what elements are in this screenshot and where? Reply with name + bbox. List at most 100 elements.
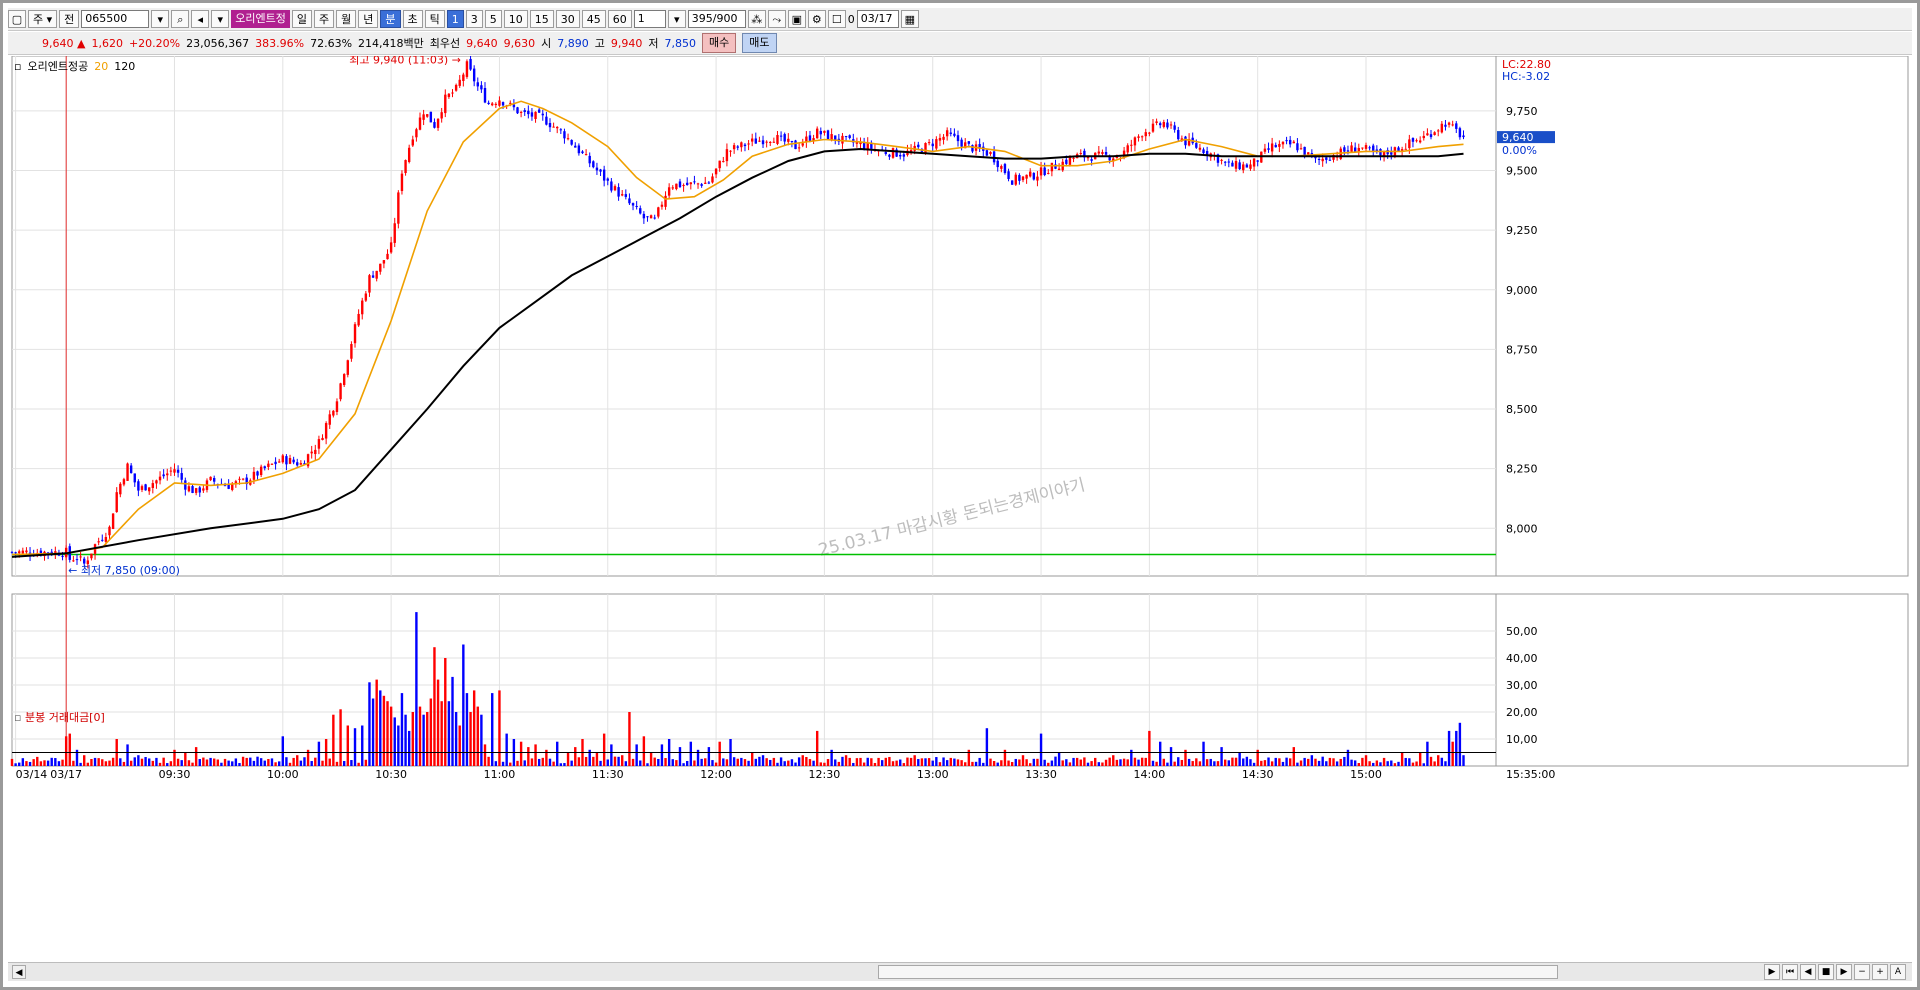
candle-body	[960, 139, 963, 147]
scroll-thumb[interactable]	[878, 965, 1558, 979]
interval-dropdown-icon[interactable]: ▾	[667, 10, 686, 28]
last-price-label: 9,640	[1502, 131, 1534, 144]
candle-body	[996, 160, 999, 168]
volume-bar	[1220, 747, 1223, 766]
candle-body	[111, 513, 115, 529]
stock-code-input[interactable]: 065500	[81, 10, 150, 28]
volume-bar	[227, 760, 230, 766]
scroll-right-icon[interactable]: ▶	[1764, 964, 1780, 980]
candle-body	[653, 217, 656, 219]
candle-body	[985, 150, 989, 156]
volume-bar	[700, 758, 703, 766]
volume-bar	[971, 761, 974, 766]
candle-body	[938, 137, 942, 141]
checkbox-icon[interactable]: ☐	[827, 10, 846, 28]
window-layout-icon[interactable]: ▢	[8, 10, 26, 28]
volume-bar	[1177, 757, 1180, 766]
prev-page-icon[interactable]: ◀	[1800, 964, 1816, 980]
period-month[interactable]: 월	[336, 10, 357, 28]
calendar-icon[interactable]: ▦	[900, 10, 919, 28]
volume-bar	[1166, 762, 1169, 766]
volume-bar	[1148, 730, 1151, 766]
code-dropdown-icon[interactable]: ▾	[151, 10, 170, 28]
font-size-icon[interactable]: A	[1890, 964, 1906, 980]
x-tick-label: 14:30	[1242, 768, 1274, 781]
y-tick-label: 8,250	[1506, 463, 1538, 476]
interval-5[interactable]: 5	[484, 10, 502, 28]
unit-second-tab[interactable]: 초	[402, 10, 423, 28]
interval-60[interactable]: 60	[607, 10, 632, 28]
volume-toggle-icon[interactable]: ▫	[14, 711, 21, 724]
interval-input[interactable]: 1	[633, 10, 666, 28]
candle-body	[151, 483, 155, 488]
volume-bar	[1151, 760, 1155, 766]
volume-bar	[815, 730, 819, 766]
candle-body	[1148, 132, 1151, 134]
volume-bar	[1422, 763, 1425, 766]
volume-bar	[1079, 759, 1082, 766]
volume-bar	[39, 761, 43, 766]
gear-icon[interactable]: ⚙	[807, 10, 826, 28]
candle-body	[1079, 152, 1082, 154]
buy-button[interactable]: 매수	[702, 33, 737, 53]
candle-body	[512, 104, 516, 108]
period-week[interactable]: 주	[314, 10, 335, 28]
next-page-icon[interactable]: ▶	[1836, 964, 1852, 980]
volume-bar	[646, 763, 649, 766]
save-icon[interactable]: ▣	[787, 10, 806, 28]
candle-body	[548, 123, 552, 128]
scroll-left-icon[interactable]: ◀	[12, 965, 26, 979]
volume-bar	[1292, 747, 1296, 766]
zoom-in-icon[interactable]: +	[1872, 964, 1888, 980]
candle-body	[83, 558, 86, 564]
first-page-icon[interactable]: ⏮	[1782, 964, 1798, 980]
interval-3[interactable]: 3	[465, 10, 483, 28]
date-input[interactable]: 03/17	[856, 10, 899, 28]
candle-body	[361, 300, 364, 315]
volume-bar	[794, 762, 797, 766]
indicator-add-icon[interactable]: ⁂	[747, 10, 766, 28]
interval-15[interactable]: 15	[529, 10, 554, 28]
stop-icon[interactable]: ■	[1818, 964, 1834, 980]
hc-label: HC:-3.02	[1502, 70, 1550, 83]
chart-scrollbar[interactable]: ◀ ▶ ⏮ ◀ ■ ▶ − + A	[8, 962, 1912, 981]
legend-toggle-icon[interactable]: ▫	[14, 60, 21, 73]
zoom-out-icon[interactable]: −	[1854, 964, 1870, 980]
volume-bar	[180, 760, 183, 766]
volume-bar	[440, 701, 443, 766]
period-year[interactable]: 년	[358, 10, 379, 28]
candle-body	[1231, 162, 1234, 167]
candle-body	[1047, 172, 1050, 174]
volume-bar	[1411, 762, 1415, 766]
volume-bar	[1332, 758, 1335, 766]
period-day[interactable]: 일	[291, 10, 313, 28]
interval-10[interactable]: 10	[503, 10, 528, 28]
interval-30[interactable]: 30	[555, 10, 580, 28]
unit-tick-tab[interactable]: 틱	[424, 10, 445, 28]
volume-bar	[1094, 757, 1097, 766]
volume-bar	[866, 757, 869, 766]
volume-bar	[935, 757, 938, 766]
interval-45[interactable]: 45	[581, 10, 606, 28]
volume-bar	[1386, 761, 1389, 766]
scope-select[interactable]: 전	[59, 10, 80, 28]
market-select[interactable]: 주 ▾	[28, 10, 58, 28]
candle-body	[469, 58, 472, 70]
volume-bar	[1213, 761, 1216, 766]
volume-bar	[606, 759, 609, 766]
count-field[interactable]: 395/900	[687, 10, 746, 28]
interval-1[interactable]: 1	[446, 10, 464, 28]
sell-button[interactable]: 매도	[742, 33, 777, 53]
chart-area[interactable]: 03/14 03/17 09:30 10:00 10:30 11:00 11:30 12:00…	[8, 56, 1912, 960]
candle-body	[328, 414, 331, 425]
search-icon[interactable]: ⌕	[171, 10, 190, 28]
unit-minute-tab[interactable]: 분	[380, 10, 401, 28]
speaker-dropdown-icon[interactable]: ▾	[211, 10, 230, 28]
stock-name-badge[interactable]: 오리엔트정	[231, 10, 290, 28]
volume-bar	[1281, 761, 1285, 766]
drawing-tool-icon[interactable]: ⤳	[767, 10, 786, 28]
speaker-icon[interactable]: ◂	[191, 10, 210, 28]
volume-bar	[1162, 758, 1166, 766]
volume-bar	[501, 761, 505, 766]
candle-body	[1422, 135, 1425, 139]
